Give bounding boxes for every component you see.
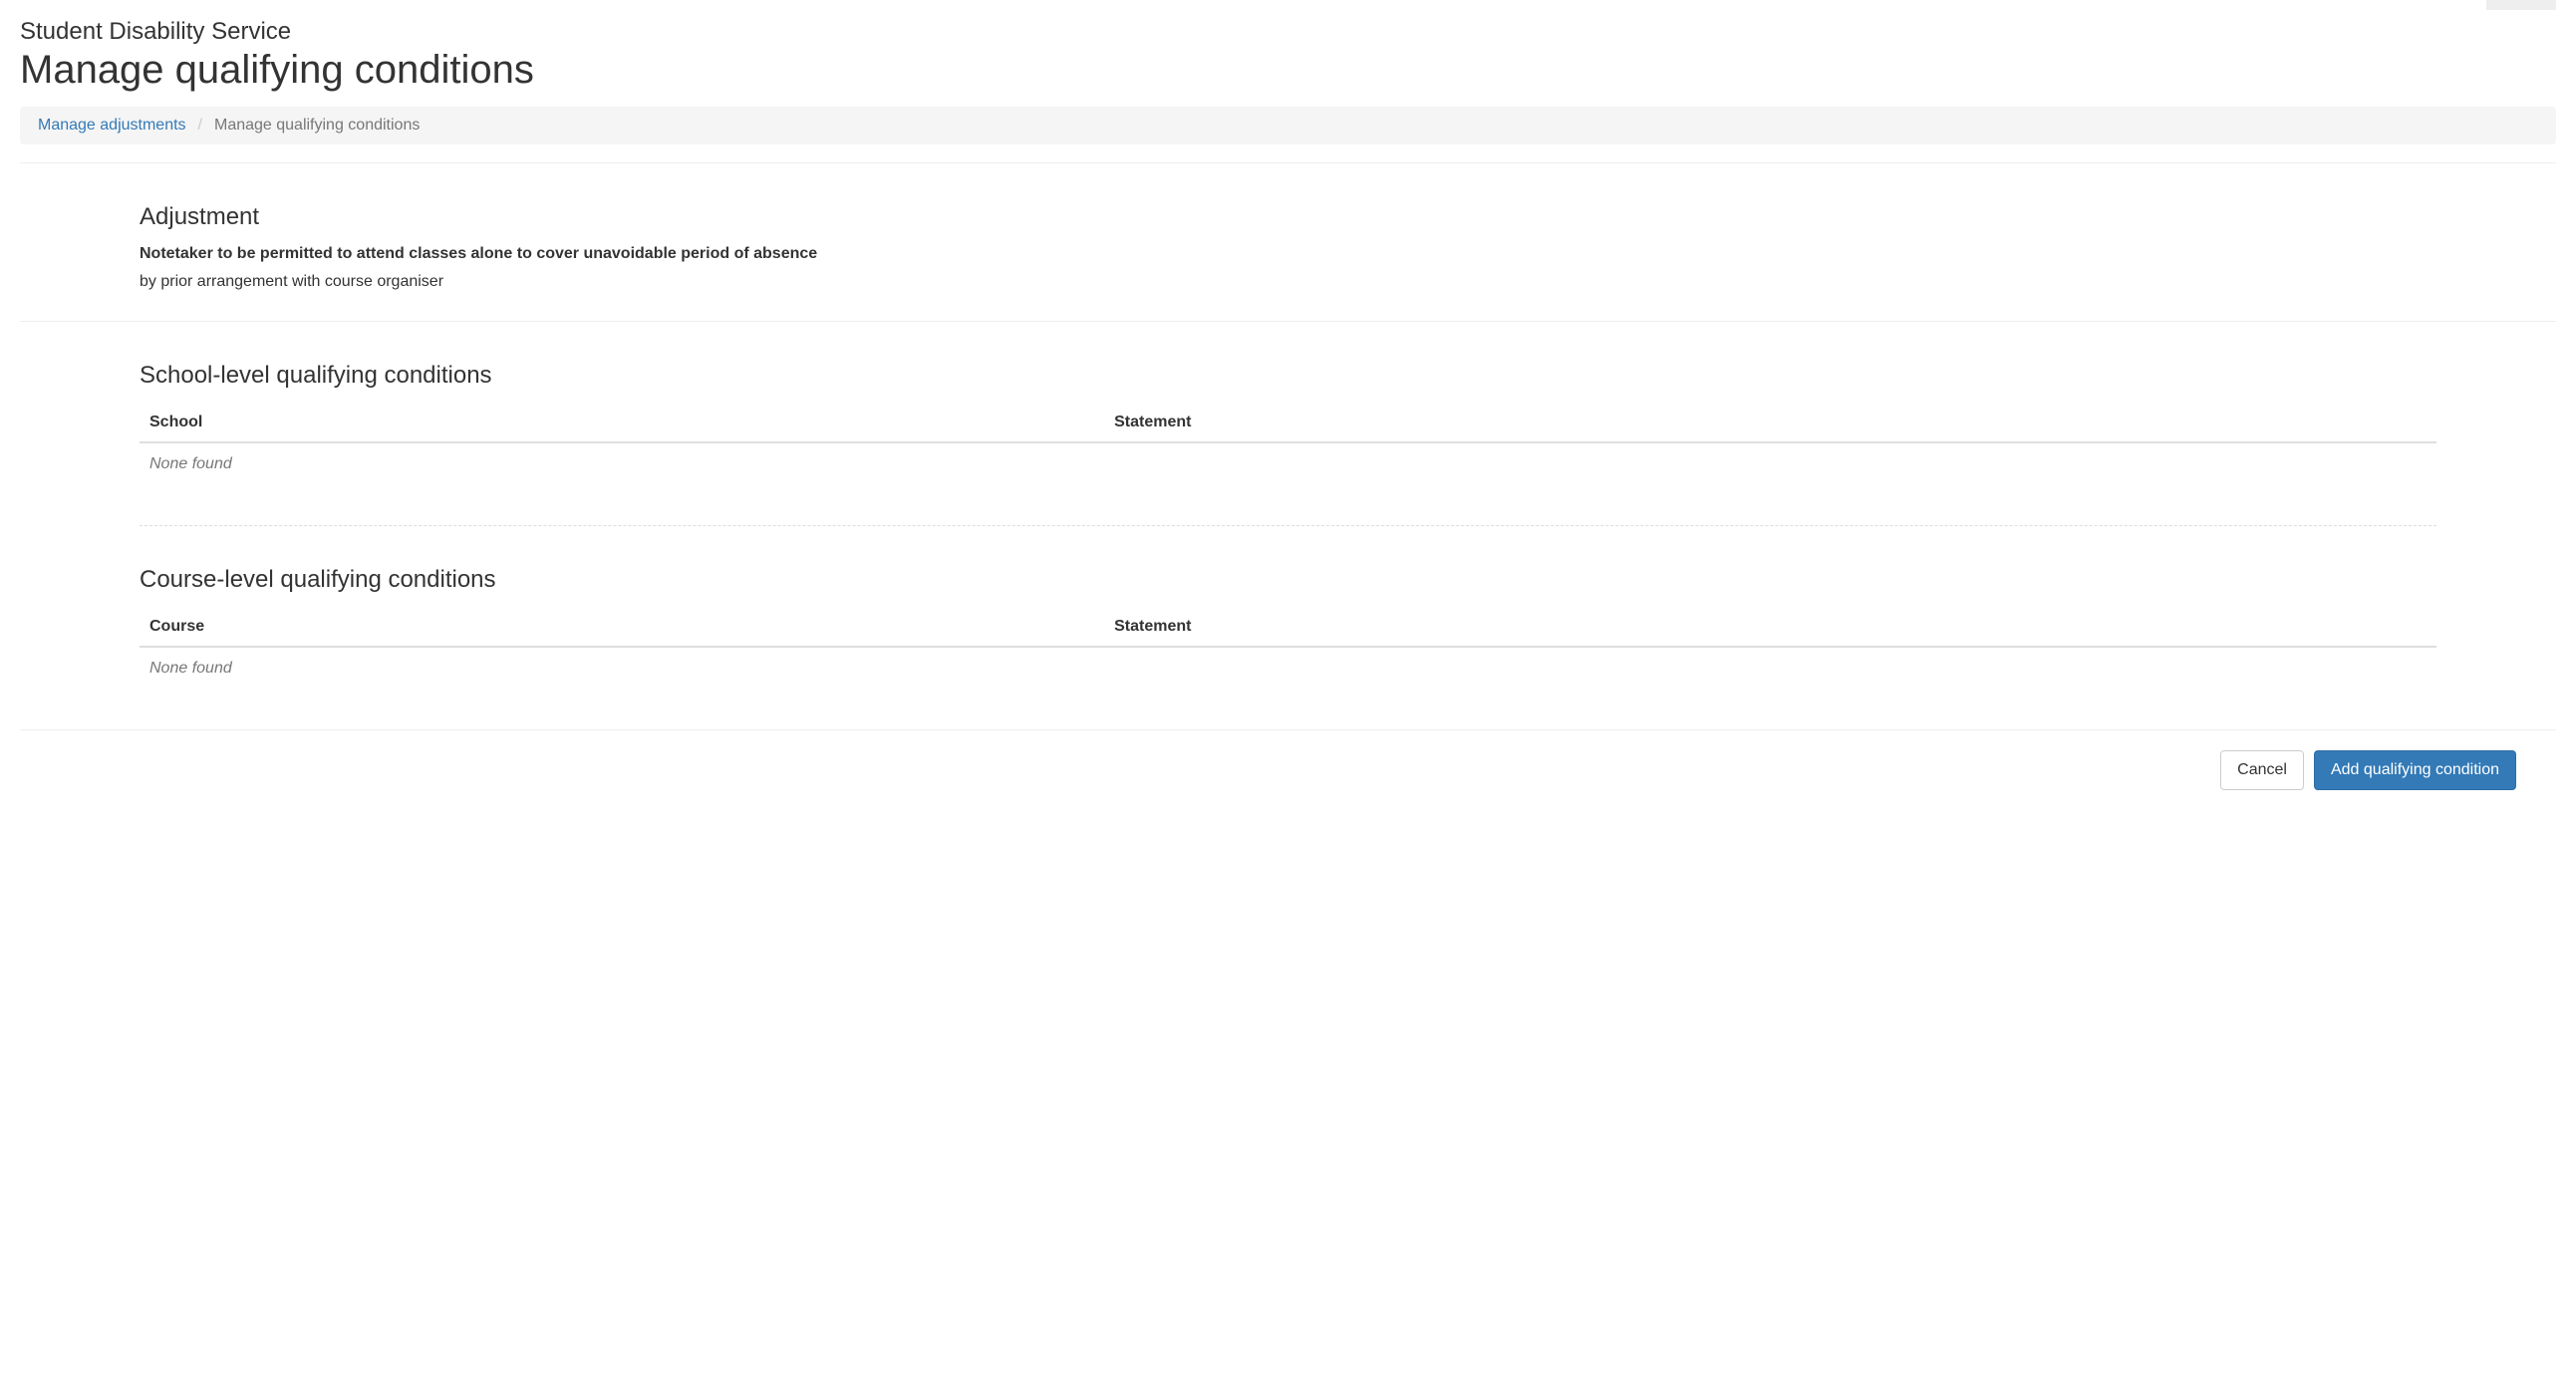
adjustment-heading: Adjustment [140, 203, 2436, 231]
breadcrumb: Manage adjustments / Manage qualifying c… [20, 107, 2556, 144]
page-header: Student Disability Service Manage qualif… [20, 18, 2556, 93]
breadcrumb-current: Manage qualifying conditions [214, 117, 420, 135]
divider [20, 321, 2556, 322]
empty-text: None found [140, 442, 2436, 485]
school-conditions-table: School Statement None found [140, 404, 2436, 485]
course-conditions-section: Course-level qualifying conditions Cours… [20, 566, 2556, 690]
adjustment-section: Adjustment Notetaker to be permitted to … [20, 203, 2556, 291]
dashed-divider [140, 525, 2436, 526]
school-col-header: School [140, 404, 1104, 442]
divider [20, 162, 2556, 163]
adjustment-title: Notetaker to be permitted to attend clas… [140, 245, 2436, 263]
adjustment-note: by prior arrangement with course organis… [140, 273, 2436, 291]
school-conditions-section: School-level qualifying conditions Schoo… [20, 362, 2556, 526]
breadcrumb-separator: / [198, 117, 202, 135]
empty-text: None found [140, 647, 2436, 690]
school-conditions-heading: School-level qualifying conditions [140, 362, 2436, 390]
footer-actions: Cancel Add qualifying condition [20, 730, 2556, 810]
course-conditions-table: Course Statement None found [140, 608, 2436, 690]
service-name: Student Disability Service [20, 18, 2556, 46]
breadcrumb-link-manage-adjustments[interactable]: Manage adjustments [38, 117, 186, 135]
top-right-stub [2486, 0, 2556, 10]
table-header-row: Course Statement [140, 608, 2436, 647]
page-title: Manage qualifying conditions [20, 48, 2556, 93]
table-empty-row: None found [140, 647, 2436, 690]
statement-col-header: Statement [1104, 608, 2436, 647]
add-qualifying-condition-button[interactable]: Add qualifying condition [2314, 750, 2516, 790]
statement-col-header: Statement [1104, 404, 2436, 442]
table-empty-row: None found [140, 442, 2436, 485]
page-container: Student Disability Service Manage qualif… [0, 18, 2576, 810]
course-conditions-heading: Course-level qualifying conditions [140, 566, 2436, 594]
cancel-button[interactable]: Cancel [2220, 750, 2304, 790]
course-col-header: Course [140, 608, 1104, 647]
table-header-row: School Statement [140, 404, 2436, 442]
